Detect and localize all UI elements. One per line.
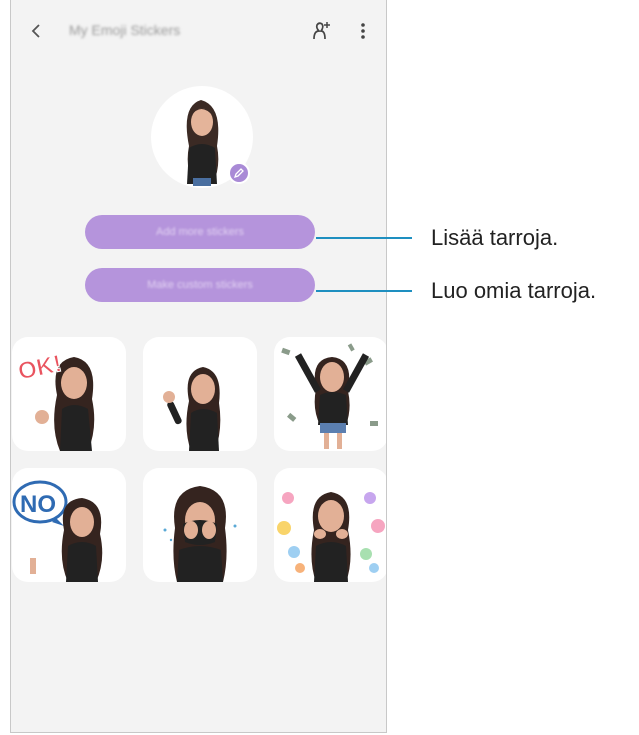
more-vertical-icon xyxy=(361,23,365,39)
callout-make-custom: Luo omia tarroja. xyxy=(431,278,597,303)
make-custom-stickers-label: Make custom stickers xyxy=(147,279,253,291)
add-contact-button[interactable] xyxy=(308,18,334,44)
sticker-no[interactable]: NO xyxy=(12,468,126,582)
sticker-ok-image: OK! xyxy=(15,350,95,451)
profile-avatar-section xyxy=(151,86,253,188)
callout-line-add-more xyxy=(316,237,412,239)
sticker-celebrate-image xyxy=(281,343,378,449)
pencil-icon xyxy=(233,168,244,179)
sticker-wave[interactable] xyxy=(143,337,257,451)
sticker-ok[interactable]: OK! xyxy=(12,337,126,451)
back-button[interactable] xyxy=(25,20,47,42)
sticker-no-text: NO xyxy=(20,491,56,518)
sticker-cover-face[interactable] xyxy=(143,468,257,582)
sticker-celebrate[interactable] xyxy=(274,337,386,451)
callout-add-more: Lisää tarroja. xyxy=(431,225,559,250)
page-title: My Emoji Stickers xyxy=(69,22,181,38)
sticker-no-image: NO xyxy=(12,480,103,582)
phone-screen: My Emoji Stickers Add more stickers Make… xyxy=(10,0,387,733)
callout-line-make-custom xyxy=(316,290,412,292)
add-person-icon xyxy=(313,22,330,40)
sticker-hearts[interactable] xyxy=(274,468,386,582)
sticker-hearts-image xyxy=(277,492,385,582)
add-more-stickers-button[interactable]: Add more stickers xyxy=(85,215,315,249)
app-bar: My Emoji Stickers xyxy=(11,0,386,62)
edit-avatar-button[interactable] xyxy=(228,162,250,184)
add-more-stickers-label: Add more stickers xyxy=(155,226,245,238)
chevron-left-icon xyxy=(31,24,40,38)
sticker-wave-image xyxy=(163,367,221,451)
make-custom-stickers-button[interactable]: Make custom stickers xyxy=(85,268,315,302)
more-options-button[interactable] xyxy=(354,18,372,44)
sticker-cover-face-image xyxy=(163,486,237,582)
